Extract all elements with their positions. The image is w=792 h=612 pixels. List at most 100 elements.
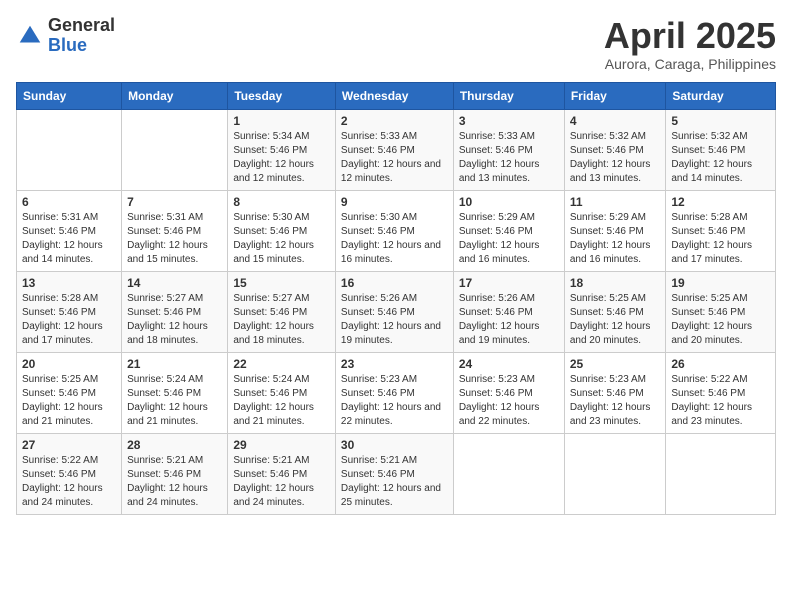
day-number: 23 — [341, 357, 448, 371]
day-number: 4 — [570, 114, 661, 128]
calendar-day-cell: 9Sunrise: 5:30 AM Sunset: 5:46 PM Daylig… — [335, 190, 453, 271]
calendar-day-cell: 21 Sunrise: 5:24 AM Sunset: 5:46 PM Dayli… — [122, 352, 228, 433]
day-info: Sunrise: 5:26 AM Sunset: 5:46 PM Dayligh… — [341, 292, 448, 348]
day-number: 3 — [459, 114, 559, 128]
day-info: Sunrise: 5:29 AM Sunset: 5:46 PM Dayligh… — [459, 211, 559, 267]
calendar-day-cell: 16 Sunrise: 5:26 AM Sunset: 5:46 PM Dayli… — [335, 271, 453, 352]
day-number: 26 — [671, 357, 770, 371]
calendar-week-row: 20 Sunrise: 5:25 AM Sunset: 5:46 PM Dayli… — [17, 352, 776, 433]
day-info: Sunrise: 5:22 AM Sunset: 5:46 PM Dayligh… — [22, 454, 116, 510]
day-info: Sunrise: 5:24 AM Sunset: 5:46 PM Dayligh… — [233, 373, 330, 429]
calendar-day-cell: 5 Sunrise: 5:32 AM Sunset: 5:46 PM Daylig… — [666, 109, 776, 190]
calendar-day-cell: 14 Sunrise: 5:27 AM Sunset: 5:46 PM Dayli… — [122, 271, 228, 352]
day-number: 1 — [233, 114, 330, 128]
calendar-day-cell: 27 Sunrise: 5:22 AM Sunset: 5:46 PM Dayli… — [17, 433, 122, 514]
calendar-day-cell: 18 Sunrise: 5:25 AM Sunset: 5:46 PM Dayli… — [564, 271, 666, 352]
calendar-day-cell: 3 Sunrise: 5:33 AM Sunset: 5:46 PM Daylig… — [453, 109, 564, 190]
day-number: 19 — [671, 276, 770, 290]
day-of-week-header: Thursday — [453, 82, 564, 109]
calendar-week-row: 6 Sunrise: 5:31 AM Sunset: 5:46 PM Daylig… — [17, 190, 776, 271]
logo-text: General Blue — [48, 16, 115, 56]
day-info: Sunrise: 5:28 AM Sunset: 5:46 PM Dayligh… — [671, 211, 770, 267]
day-info: Sunrise: 5:32 AM Sunset: 5:46 PM Dayligh… — [570, 130, 661, 186]
day-number: 9 — [341, 195, 448, 209]
day-number: 16 — [341, 276, 448, 290]
day-number: 22 — [233, 357, 330, 371]
day-number: 25 — [570, 357, 661, 371]
calendar-title: April 2025 — [604, 16, 776, 56]
calendar-subtitle: Aurora, Caraga, Philippines — [604, 56, 776, 72]
day-number: 13 — [22, 276, 116, 290]
day-info: Sunrise: 5:24 AM Sunset: 5:46 PM Dayligh… — [127, 373, 222, 429]
calendar-day-cell: 23 Sunrise: 5:23 AM Sunset: 5:46 PM Dayli… — [335, 352, 453, 433]
day-number: 20 — [22, 357, 116, 371]
calendar-day-cell — [17, 109, 122, 190]
calendar-week-row: 1 Sunrise: 5:34 AM Sunset: 5:46 PM Daylig… — [17, 109, 776, 190]
calendar-day-cell: 1 Sunrise: 5:34 AM Sunset: 5:46 PM Daylig… — [228, 109, 336, 190]
day-info: Sunrise: 5:31 AM Sunset: 5:46 PM Dayligh… — [127, 211, 222, 267]
day-number: 5 — [671, 114, 770, 128]
day-info: Sunrise: 5:30 AM Sunset: 5:46 PM Dayligh… — [233, 211, 330, 267]
calendar-day-cell — [666, 433, 776, 514]
calendar-day-cell: 29Sunrise: 5:21 AM Sunset: 5:46 PM Dayli… — [228, 433, 336, 514]
logo-icon — [16, 22, 44, 50]
calendar-day-cell: 20 Sunrise: 5:25 AM Sunset: 5:46 PM Dayli… — [17, 352, 122, 433]
day-of-week-header: Tuesday — [228, 82, 336, 109]
day-info: Sunrise: 5:29 AM Sunset: 5:46 PM Dayligh… — [570, 211, 661, 267]
day-of-week-header: Monday — [122, 82, 228, 109]
calendar-day-cell: 8 Sunrise: 5:30 AM Sunset: 5:46 PM Daylig… — [228, 190, 336, 271]
day-of-week-header: Sunday — [17, 82, 122, 109]
logo-general: General — [48, 16, 115, 36]
calendar-day-cell: 4 Sunrise: 5:32 AM Sunset: 5:46 PM Daylig… — [564, 109, 666, 190]
day-number: 15 — [233, 276, 330, 290]
logo-blue: Blue — [48, 36, 115, 56]
calendar-day-cell: 28 Sunrise: 5:21 AM Sunset: 5:46 PM Dayli… — [122, 433, 228, 514]
day-info: Sunrise: 5:34 AM Sunset: 5:46 PM Dayligh… — [233, 130, 330, 186]
calendar-day-cell: 11 Sunrise: 5:29 AM Sunset: 5:46 PM Dayli… — [564, 190, 666, 271]
logo: General Blue — [16, 16, 115, 56]
day-info: Sunrise: 5:25 AM Sunset: 5:46 PM Dayligh… — [22, 373, 116, 429]
day-info: Sunrise: 5:25 AM Sunset: 5:46 PM Dayligh… — [671, 292, 770, 348]
day-info: Sunrise: 5:27 AM Sunset: 5:46 PM Dayligh… — [127, 292, 222, 348]
day-info: Sunrise: 5:25 AM Sunset: 5:46 PM Dayligh… — [570, 292, 661, 348]
day-number: 27 — [22, 438, 116, 452]
calendar-day-cell: 15Sunrise: 5:27 AM Sunset: 5:46 PM Dayli… — [228, 271, 336, 352]
day-number: 12 — [671, 195, 770, 209]
day-number: 28 — [127, 438, 222, 452]
calendar-week-row: 13 Sunrise: 5:28 AM Sunset: 5:46 PM Dayli… — [17, 271, 776, 352]
calendar-day-cell: 6 Sunrise: 5:31 AM Sunset: 5:46 PM Daylig… — [17, 190, 122, 271]
day-info: Sunrise: 5:26 AM Sunset: 5:46 PM Dayligh… — [459, 292, 559, 348]
day-number: 21 — [127, 357, 222, 371]
day-info: Sunrise: 5:23 AM Sunset: 5:46 PM Dayligh… — [459, 373, 559, 429]
day-number: 11 — [570, 195, 661, 209]
day-number: 17 — [459, 276, 559, 290]
day-info: Sunrise: 5:33 AM Sunset: 5:46 PM Dayligh… — [341, 130, 448, 186]
day-number: 6 — [22, 195, 116, 209]
day-of-week-header: Friday — [564, 82, 666, 109]
calendar-day-cell — [453, 433, 564, 514]
day-info: Sunrise: 5:23 AM Sunset: 5:46 PM Dayligh… — [341, 373, 448, 429]
calendar-day-cell — [564, 433, 666, 514]
day-number: 29 — [233, 438, 330, 452]
day-number: 10 — [459, 195, 559, 209]
day-info: Sunrise: 5:21 AM Sunset: 5:46 PM Dayligh… — [127, 454, 222, 510]
day-number: 30 — [341, 438, 448, 452]
calendar-day-cell: 30 Sunrise: 5:21 AM Sunset: 5:46 PM Dayli… — [335, 433, 453, 514]
calendar-day-cell: 19 Sunrise: 5:25 AM Sunset: 5:46 PM Dayli… — [666, 271, 776, 352]
day-number: 8 — [233, 195, 330, 209]
day-info: Sunrise: 5:33 AM Sunset: 5:46 PM Dayligh… — [459, 130, 559, 186]
day-info: Sunrise: 5:21 AM Sunset: 5:46 PM Dayligh… — [341, 454, 448, 510]
day-info: Sunrise: 5:32 AM Sunset: 5:46 PM Dayligh… — [671, 130, 770, 186]
calendar-day-cell: 24Sunrise: 5:23 AM Sunset: 5:46 PM Dayli… — [453, 352, 564, 433]
day-number: 14 — [127, 276, 222, 290]
day-number: 18 — [570, 276, 661, 290]
calendar-day-cell: 7Sunrise: 5:31 AM Sunset: 5:46 PM Daylig… — [122, 190, 228, 271]
day-info: Sunrise: 5:28 AM Sunset: 5:46 PM Dayligh… — [22, 292, 116, 348]
day-of-week-header: Wednesday — [335, 82, 453, 109]
day-info: Sunrise: 5:31 AM Sunset: 5:46 PM Dayligh… — [22, 211, 116, 267]
calendar-day-cell: 26 Sunrise: 5:22 AM Sunset: 5:46 PM Dayli… — [666, 352, 776, 433]
calendar-day-cell: 22 Sunrise: 5:24 AM Sunset: 5:46 PM Dayli… — [228, 352, 336, 433]
day-info: Sunrise: 5:22 AM Sunset: 5:46 PM Dayligh… — [671, 373, 770, 429]
calendar-day-cell: 25Sunrise: 5:23 AM Sunset: 5:46 PM Dayli… — [564, 352, 666, 433]
day-of-week-header: Saturday — [666, 82, 776, 109]
